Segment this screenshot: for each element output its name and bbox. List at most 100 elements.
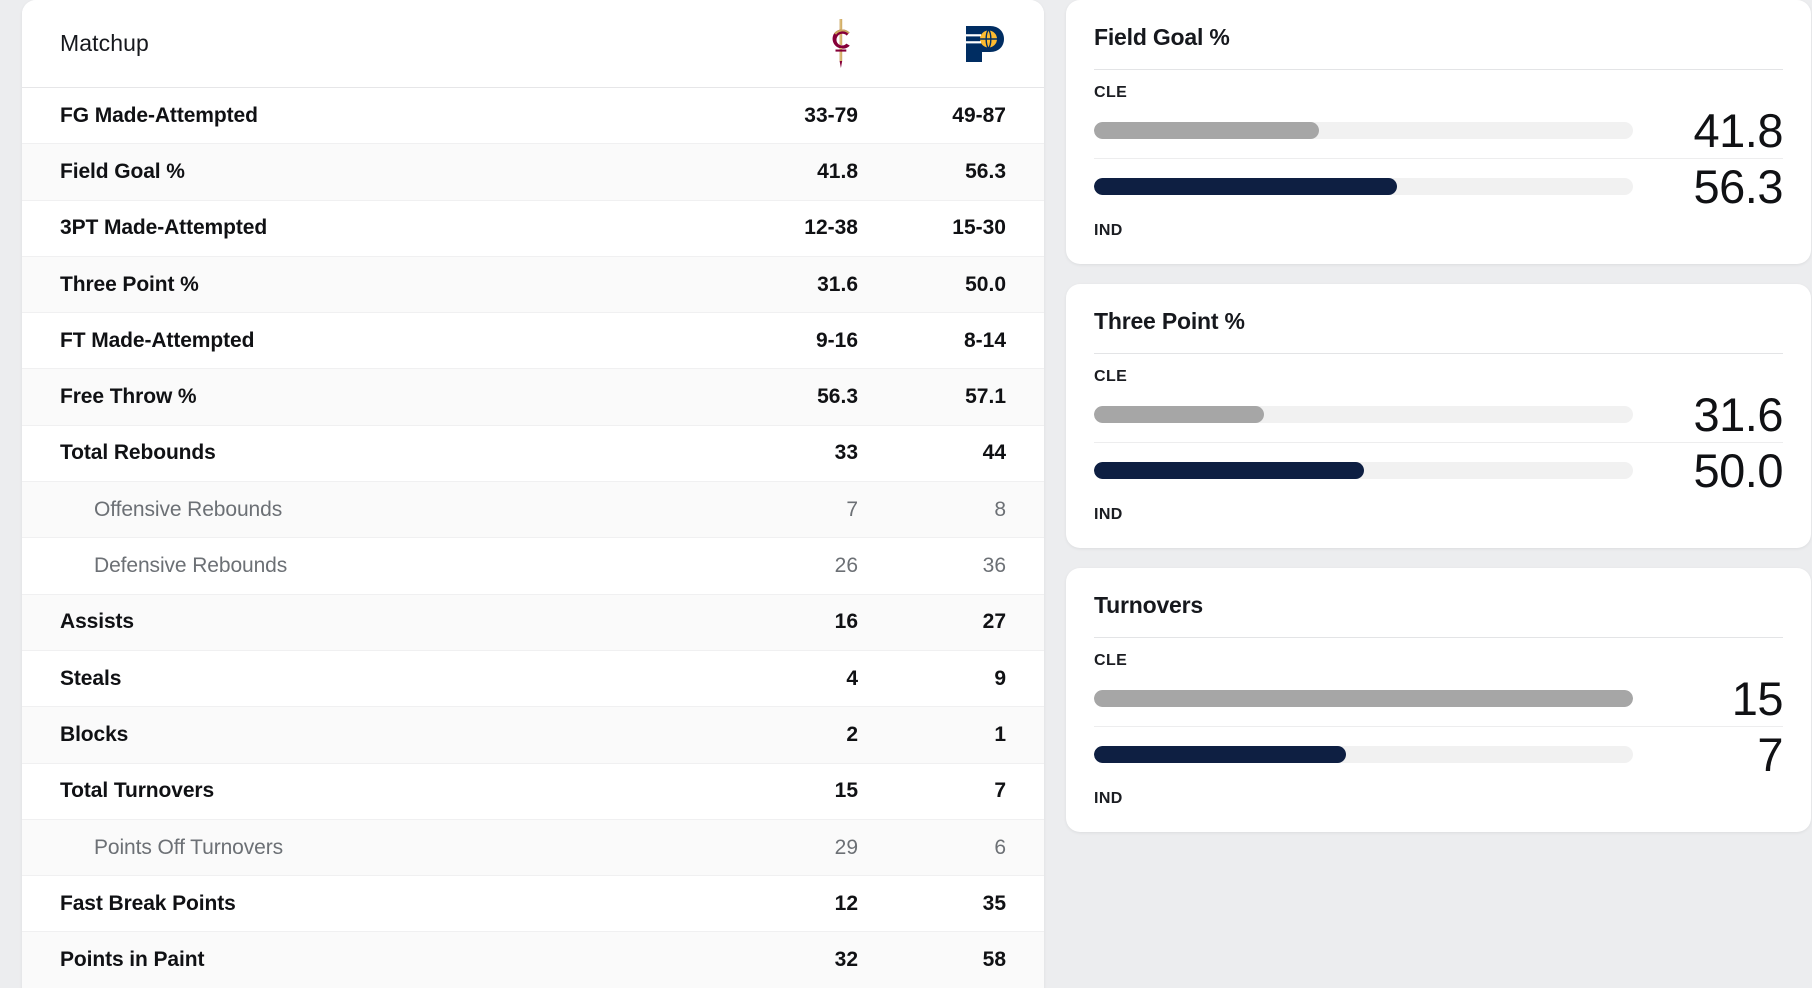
pacers-logo — [966, 25, 1004, 62]
team-label-cle: CLE — [1094, 368, 1128, 385]
stat-card-title: Field Goal % — [1094, 20, 1783, 70]
table-row: 3PT Made-Attempted 12-38 15-30 — [22, 201, 1044, 257]
bar-value-ind: 50.0 — [1693, 444, 1784, 497]
stat-label: Fast Break Points — [60, 891, 236, 915]
stat-label: Total Rebounds — [60, 441, 216, 465]
team-label-ind: IND — [1094, 790, 1123, 807]
bar-value-cle: 41.8 — [1693, 103, 1784, 157]
bar-row-cle: 41.8 — [1094, 102, 1784, 158]
bar-track-cle — [1094, 689, 1633, 707]
stat-value-cle: 12-38 — [804, 216, 858, 240]
bar-fill-ind — [1094, 746, 1346, 763]
stat-value-cle: 12 — [834, 891, 858, 915]
table-row: Assists 16 27 — [22, 594, 1044, 651]
bar-row-cle: 31.6 — [1094, 386, 1784, 442]
stat-label: Blocks — [60, 722, 129, 746]
team-label-ind: IND — [1094, 222, 1123, 239]
stat-value-ind: 36 — [982, 554, 1006, 578]
table-row: Offensive Rebounds 7 8 — [22, 482, 1044, 539]
stat-value-cle: 41.8 — [817, 159, 858, 183]
bar-fill-cle — [1094, 121, 1320, 139]
stat-value-ind: 9 — [994, 666, 1006, 690]
stat-label: Defensive Rebounds — [94, 554, 288, 578]
bar-value-cle: 15 — [1731, 671, 1784, 725]
bar-value-ind: 7 — [1757, 728, 1783, 781]
stat-value-cle: 31.6 — [817, 272, 858, 296]
stat-value-cle: 33 — [834, 441, 858, 465]
stat-value-ind: 7 — [994, 779, 1006, 803]
stat-card-title: Turnovers — [1094, 588, 1783, 638]
box-score-page: Matchup FG Made-Attempted 33-79 49-87 Fi… — [0, 0, 1812, 988]
stat-label: Offensive Rebounds — [94, 497, 283, 521]
stat-value-ind: 8 — [994, 497, 1006, 521]
bar-track-ind — [1094, 462, 1633, 479]
stat-comparison-card: Field Goal % CLE 41.8 56.3 IND — [1066, 0, 1811, 264]
stat-value-ind: 50.0 — [965, 272, 1006, 296]
stat-value-ind: 6 — [994, 835, 1006, 859]
stat-label: Total Turnovers — [60, 779, 215, 803]
bar-track-ind — [1094, 746, 1633, 763]
stat-comparison-card: Three Point % CLE 31.6 50.0 IND — [1066, 284, 1811, 548]
stat-label: Points in Paint — [60, 948, 205, 972]
stat-value-ind: 56.3 — [965, 159, 1006, 183]
stat-label: Assists — [60, 610, 135, 634]
stat-label: Steals — [60, 666, 122, 690]
pacers-logo-header-cell — [864, 22, 1014, 66]
stat-label: FG Made-Attempted — [60, 103, 258, 127]
team-label-cle: CLE — [1094, 652, 1128, 669]
stat-value-cle: 29 — [834, 835, 858, 859]
bar-row-ind: 50.0 — [1094, 442, 1784, 498]
stat-value-cle: 32 — [834, 948, 858, 972]
stat-value-ind: 1 — [994, 722, 1006, 746]
table-row: Fast Break Points 12 35 — [22, 876, 1044, 933]
stat-value-cle: 26 — [834, 554, 858, 578]
table-row: Three Point % 31.6 50.0 — [22, 256, 1044, 314]
team-label-ind: IND — [1094, 506, 1123, 523]
bar-track-cle — [1094, 405, 1633, 423]
table-row: Total Rebounds 33 44 — [22, 426, 1044, 483]
table-row: Steals 4 9 — [22, 651, 1044, 708]
bar-row-ind: 7 — [1094, 726, 1784, 782]
bar-value-cle: 31.6 — [1693, 387, 1784, 441]
stat-value-ind: 58 — [982, 948, 1006, 972]
bar-row-ind: 56.3 — [1094, 158, 1784, 214]
team-label-cle: CLE — [1094, 84, 1128, 101]
matchup-table-body: FG Made-Attempted 33-79 49-87 Field Goal % 4… — [22, 88, 1044, 988]
stat-value-cle: 2 — [846, 722, 858, 746]
table-row: Points in Paint 32 58 — [22, 932, 1044, 988]
stat-label: FT Made-Attempted — [60, 328, 255, 352]
bar-fill-ind — [1094, 178, 1398, 195]
bar-row-cle: 15 — [1094, 670, 1784, 726]
stat-label: Field Goal % — [60, 159, 185, 183]
stat-cards-column: Field Goal % CLE 41.8 56.3 IND Three Point % C… — [1066, 0, 1811, 832]
stat-label: 3PT Made-Attempted — [60, 216, 268, 240]
stat-value-ind: 15-30 — [952, 216, 1006, 240]
stat-value-cle: 56.3 — [817, 385, 858, 409]
table-header-row: Matchup — [22, 0, 1044, 88]
bar-track-cle — [1094, 121, 1633, 139]
bar-fill-ind — [1094, 462, 1364, 479]
table-row: Points Off Turnovers 29 6 — [22, 819, 1044, 877]
table-row: Field Goal % 41.8 56.3 — [22, 144, 1044, 201]
stat-value-cle: 4 — [846, 666, 858, 690]
stat-value-ind: 57.1 — [965, 385, 1006, 409]
table-row: Defensive Rebounds 26 36 — [22, 538, 1044, 595]
stat-value-cle: 16 — [834, 610, 858, 634]
matchup-column-header: Matchup — [60, 30, 149, 56]
stat-value-cle: 33-79 — [804, 103, 858, 127]
stat-label: Free Throw % — [60, 385, 197, 409]
bar-track-ind — [1094, 178, 1633, 195]
matchup-table-card: Matchup FG Made-Attempted 33-79 49-87 Fi… — [22, 0, 1044, 988]
stat-value-ind: 8-14 — [963, 328, 1006, 352]
cavaliers-logo-header-cell — [714, 18, 864, 70]
stat-value-ind: 35 — [982, 891, 1006, 915]
table-row: Free Throw % 56.3 57.1 — [22, 369, 1044, 426]
stat-value-cle: 9-16 — [815, 328, 858, 352]
stat-value-ind: 49-87 — [952, 103, 1006, 127]
stat-card-title: Three Point % — [1094, 304, 1783, 354]
bar-fill-cle — [1094, 689, 1633, 707]
bar-value-ind: 56.3 — [1693, 160, 1784, 213]
table-row: FT Made-Attempted 9-16 8-14 — [22, 313, 1044, 370]
table-row: FG Made-Attempted 33-79 49-87 — [22, 88, 1044, 145]
stat-comparison-card: Turnovers CLE 15 7 IND — [1066, 568, 1811, 832]
